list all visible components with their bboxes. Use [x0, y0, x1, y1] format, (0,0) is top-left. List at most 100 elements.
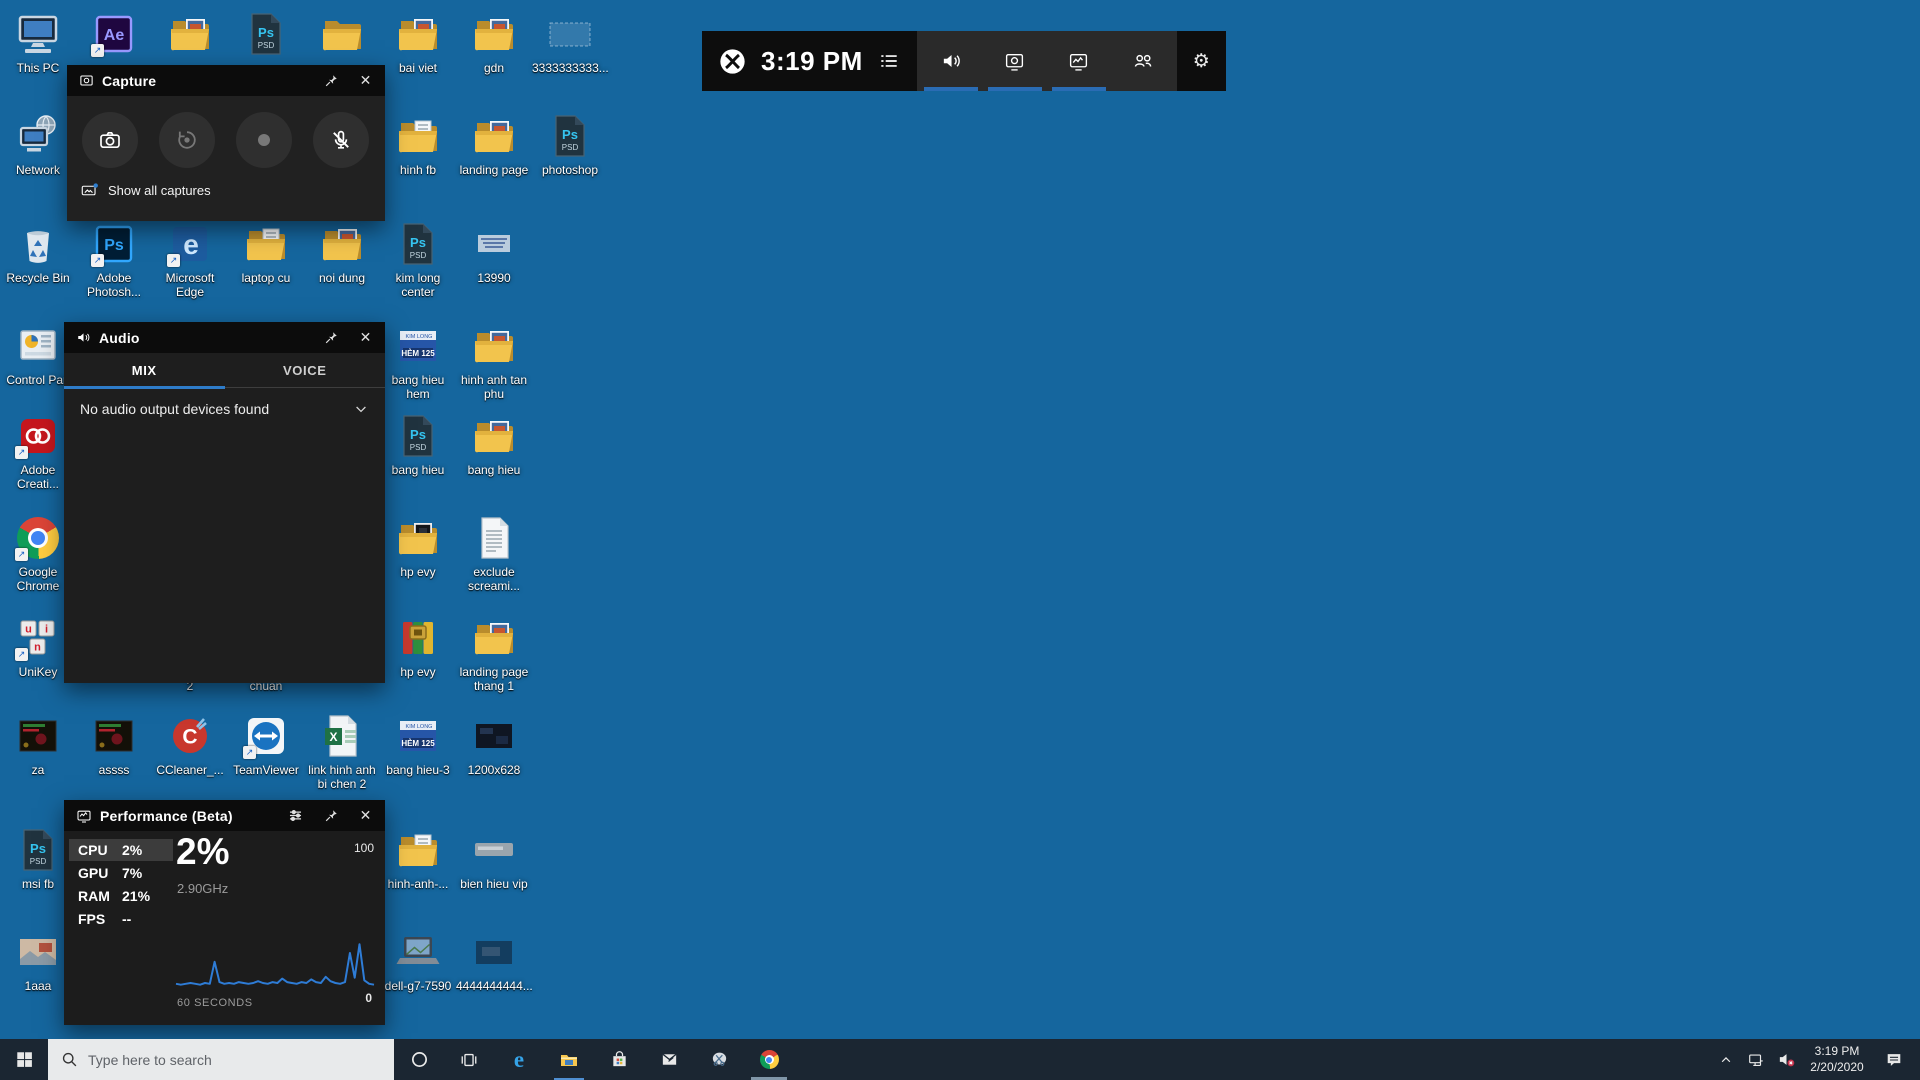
taskbar-search[interactable]: [48, 1039, 394, 1080]
gamebar-widget-capture[interactable]: [983, 31, 1047, 91]
xbox-logo-icon[interactable]: [719, 48, 746, 75]
desktop-icon-gdn[interactable]: gdn: [456, 10, 532, 76]
settings-gear-icon[interactable]: ⚙: [1193, 50, 1210, 73]
audio-device-row[interactable]: No audio output devices found: [64, 388, 385, 430]
store-icon: [610, 1050, 629, 1069]
svg-text:KIM LONG: KIM LONG: [406, 724, 433, 730]
start-button[interactable]: [0, 1039, 48, 1080]
desktop-icon-hp-evy[interactable]: hp evy: [380, 614, 456, 680]
desktop-icon-adobe-photosh[interactable]: Ps↗Adobe Photosh...: [76, 220, 152, 300]
taskbar-app-cortana[interactable]: [394, 1039, 444, 1080]
desktop-icon-label: bang hieu: [380, 464, 456, 478]
desktop-icon-adobe-after-effects[interactable]: Ae↗: [76, 10, 152, 58]
desktop-icon-bang-hieu-hem[interactable]: KIM LONGHẺM 125bang hieu hem: [380, 322, 456, 402]
close-icon[interactable]: ✕: [352, 324, 379, 351]
desktop-icon-ccleaner[interactable]: CCCleaner_...: [152, 712, 228, 778]
stat-fps[interactable]: FPS--: [69, 908, 173, 930]
gamebar-widget-audio[interactable]: [919, 31, 983, 91]
take-screenshot-button[interactable]: [82, 112, 138, 168]
sliders-icon[interactable]: [282, 802, 309, 829]
taskbar-app-snipping-tool[interactable]: [694, 1039, 744, 1080]
desktop-icon-link-hinh-anh-bi-chen-2[interactable]: Xlink hinh anh bi chen 2: [304, 712, 380, 792]
taskbar-app-file-explorer[interactable]: [544, 1039, 594, 1080]
desktop-icon-this-pc[interactable]: This PC: [0, 10, 76, 76]
desktop-icon-teamviewer[interactable]: ↗TeamViewer: [228, 712, 304, 778]
show-all-captures-link[interactable]: Show all captures: [80, 182, 385, 199]
desktop-icon-1200x628[interactable]: 1200x628: [456, 712, 532, 778]
desktop-icon-4444444444[interactable]: 4444444444...: [456, 928, 532, 994]
desktop-icon-label: bai viet: [380, 62, 456, 76]
tray-clock[interactable]: 3:19 PM 2/20/2020: [1804, 1044, 1870, 1075]
13990-icon: [470, 220, 518, 268]
task-view-icon: [460, 1051, 478, 1069]
desktop-icon-bang-hieu-3[interactable]: KIM LONGHẺM 125bang hieu-3: [380, 712, 456, 778]
desktop-icon-microsoft-edge[interactable]: e↗Microsoft Edge: [152, 220, 228, 300]
desktop-icon-bai-viet[interactable]: bai viet: [380, 10, 456, 76]
desktop-icon-hinh-anh[interactable]: hinh-anh-...: [380, 826, 456, 892]
record-last-30-seconds-button[interactable]: [159, 112, 215, 168]
stat-value: 7%: [122, 865, 142, 881]
search-input[interactable]: [88, 1052, 381, 1068]
taskbar-app-store[interactable]: [594, 1039, 644, 1080]
stat-cpu[interactable]: CPU2%: [69, 839, 173, 861]
assss-icon: [90, 712, 138, 760]
desktop-icon-network[interactable]: Network: [0, 112, 76, 178]
hp-evy-icon: [394, 614, 442, 662]
chart-x-axis-label: 60 SECONDS: [177, 997, 253, 1009]
desktop-icon-hp-evy[interactable]: hp evy: [380, 514, 456, 580]
svg-text:C: C: [182, 726, 197, 749]
chevron-down-icon[interactable]: [353, 401, 369, 417]
desktop-icon-hinh-fb[interactable]: hinh fb: [380, 112, 456, 178]
desktop-icon-bang-hieu[interactable]: bang hieu: [456, 412, 532, 478]
desktop-icon-landing-page-thang-1[interactable]: landing page thang 1: [456, 614, 532, 694]
desktop-icon-za[interactable]: za: [0, 712, 76, 778]
desktop-icon-item[interactable]: [304, 10, 380, 58]
desktop-icon-dell-g7-7590[interactable]: dell-g7-7590: [380, 928, 456, 994]
stat-ram[interactable]: RAM21%: [69, 885, 173, 907]
landing-page-thang-1-icon: [470, 614, 518, 662]
stat-gpu[interactable]: GPU7%: [69, 862, 173, 884]
desktop-icon-3333333333[interactable]: 3333333333...: [532, 10, 608, 76]
desktop-icon-hinh-anh-tan-phu[interactable]: hinh anh tan phu: [456, 322, 532, 402]
pin-icon[interactable]: [317, 67, 344, 94]
network-icon[interactable]: [1744, 1039, 1768, 1080]
gamebar-widget-looking-for-group[interactable]: [1111, 31, 1175, 91]
record-last-icon: [175, 128, 199, 152]
desktop-icon-landing-page[interactable]: landing page: [456, 112, 532, 178]
volume-muted-icon[interactable]: [1774, 1039, 1798, 1080]
start-recording-button[interactable]: [236, 112, 292, 168]
desktop-icon-assss[interactable]: assss: [76, 712, 152, 778]
audio-tab-mix[interactable]: MIX: [64, 353, 225, 387]
taskbar-app-edge[interactable]: e: [494, 1039, 544, 1080]
chevron-up-icon[interactable]: [1714, 1039, 1738, 1080]
desktop-icon-recycle-bin[interactable]: Recycle Bin: [0, 220, 76, 286]
desktop-icon-exclude-screami[interactable]: exclude screami...: [456, 514, 532, 594]
taskbar-app-task-view[interactable]: [444, 1039, 494, 1080]
pin-icon[interactable]: [317, 324, 344, 351]
desktop-icon-item[interactable]: PsPSD: [228, 10, 304, 58]
audio-tab-voice[interactable]: VOICE: [225, 353, 386, 387]
action-center-icon[interactable]: [1876, 1039, 1912, 1080]
desktop-icon-photoshop[interactable]: PsPSDphotoshop: [532, 112, 608, 178]
taskbar-app-mail[interactable]: [644, 1039, 694, 1080]
microsoft-edge-icon: e↗: [166, 220, 214, 268]
taskbar-app-chrome[interactable]: [744, 1039, 794, 1080]
close-icon[interactable]: ✕: [352, 802, 379, 829]
desktop-icon-label: noi dung: [304, 272, 380, 286]
desktop-icon-noi-dung[interactable]: noi dung: [304, 220, 380, 286]
stat-value: 2%: [122, 842, 142, 858]
widget-menu-icon[interactable]: [878, 50, 900, 72]
svg-text:Ps: Ps: [258, 25, 274, 40]
desktop-icon-item[interactable]: [152, 10, 228, 58]
pin-icon[interactable]: [317, 802, 344, 829]
desktop-icon-bien-hieu-vip[interactable]: bien hieu vip: [456, 826, 532, 892]
desktop-icon-kim-long-center[interactable]: PsPSDkim long center: [380, 220, 456, 300]
desktop-icon-laptop-cu[interactable]: laptop cu: [228, 220, 304, 286]
gamebar-widget-performance[interactable]: [1047, 31, 1111, 91]
svg-text:PSD: PSD: [562, 143, 579, 152]
desktop-icon-bang-hieu[interactable]: PsPSDbang hieu: [380, 412, 456, 478]
desktop-icon-label: Network: [0, 164, 76, 178]
close-icon[interactable]: ✕: [352, 67, 379, 94]
desktop-icon-13990[interactable]: 13990: [456, 220, 532, 286]
microphone-off-button[interactable]: [313, 112, 369, 168]
